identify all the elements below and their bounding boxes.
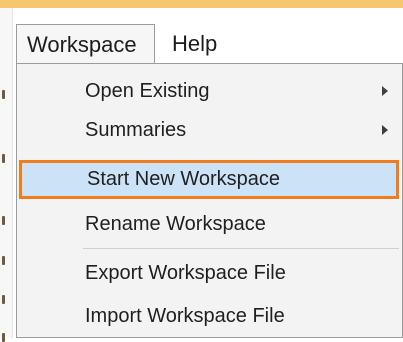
menu-item-label: Export Workspace File	[85, 262, 286, 284]
menu-item-summaries[interactable]: Summaries	[17, 111, 402, 150]
help-menu-button[interactable]: Help	[162, 24, 242, 64]
menubar: Workspace Help	[13, 16, 403, 64]
help-menu-label: Help	[172, 31, 218, 56]
menu-item-label: Import Workspace File	[85, 305, 285, 327]
menu-separator	[83, 248, 399, 249]
menu-item-start-new-workspace[interactable]: Start New Workspace	[19, 160, 399, 199]
menu-item-open-existing[interactable]: Open Existing	[17, 72, 402, 111]
chevron-right-icon	[382, 86, 388, 96]
strip-mark	[2, 256, 5, 265]
menu-item-label: Summaries	[85, 119, 187, 141]
window-accent-bar	[0, 0, 403, 8]
strip-mark	[2, 154, 5, 163]
menu-item-label: Open Existing	[85, 80, 210, 102]
workspace-dropdown-menu: Open Existing Summaries Start New Worksp…	[16, 63, 403, 338]
menu-item-label: Rename Workspace	[85, 213, 266, 235]
menu-item-import-workspace-file[interactable]: Import Workspace File	[17, 297, 402, 336]
menu-item-label: Start New Workspace	[87, 168, 281, 190]
workspace-menu-button[interactable]: Workspace	[16, 24, 155, 64]
chevron-right-icon	[382, 125, 388, 135]
left-app-strip	[0, 8, 13, 342]
strip-mark	[2, 295, 5, 304]
menu-item-export-workspace-file[interactable]: Export Workspace File	[17, 254, 402, 293]
menu-item-rename-workspace[interactable]: Rename Workspace	[17, 205, 402, 244]
strip-mark	[2, 90, 5, 99]
workspace-menu-label: Workspace	[27, 31, 137, 57]
strip-mark	[2, 216, 5, 225]
